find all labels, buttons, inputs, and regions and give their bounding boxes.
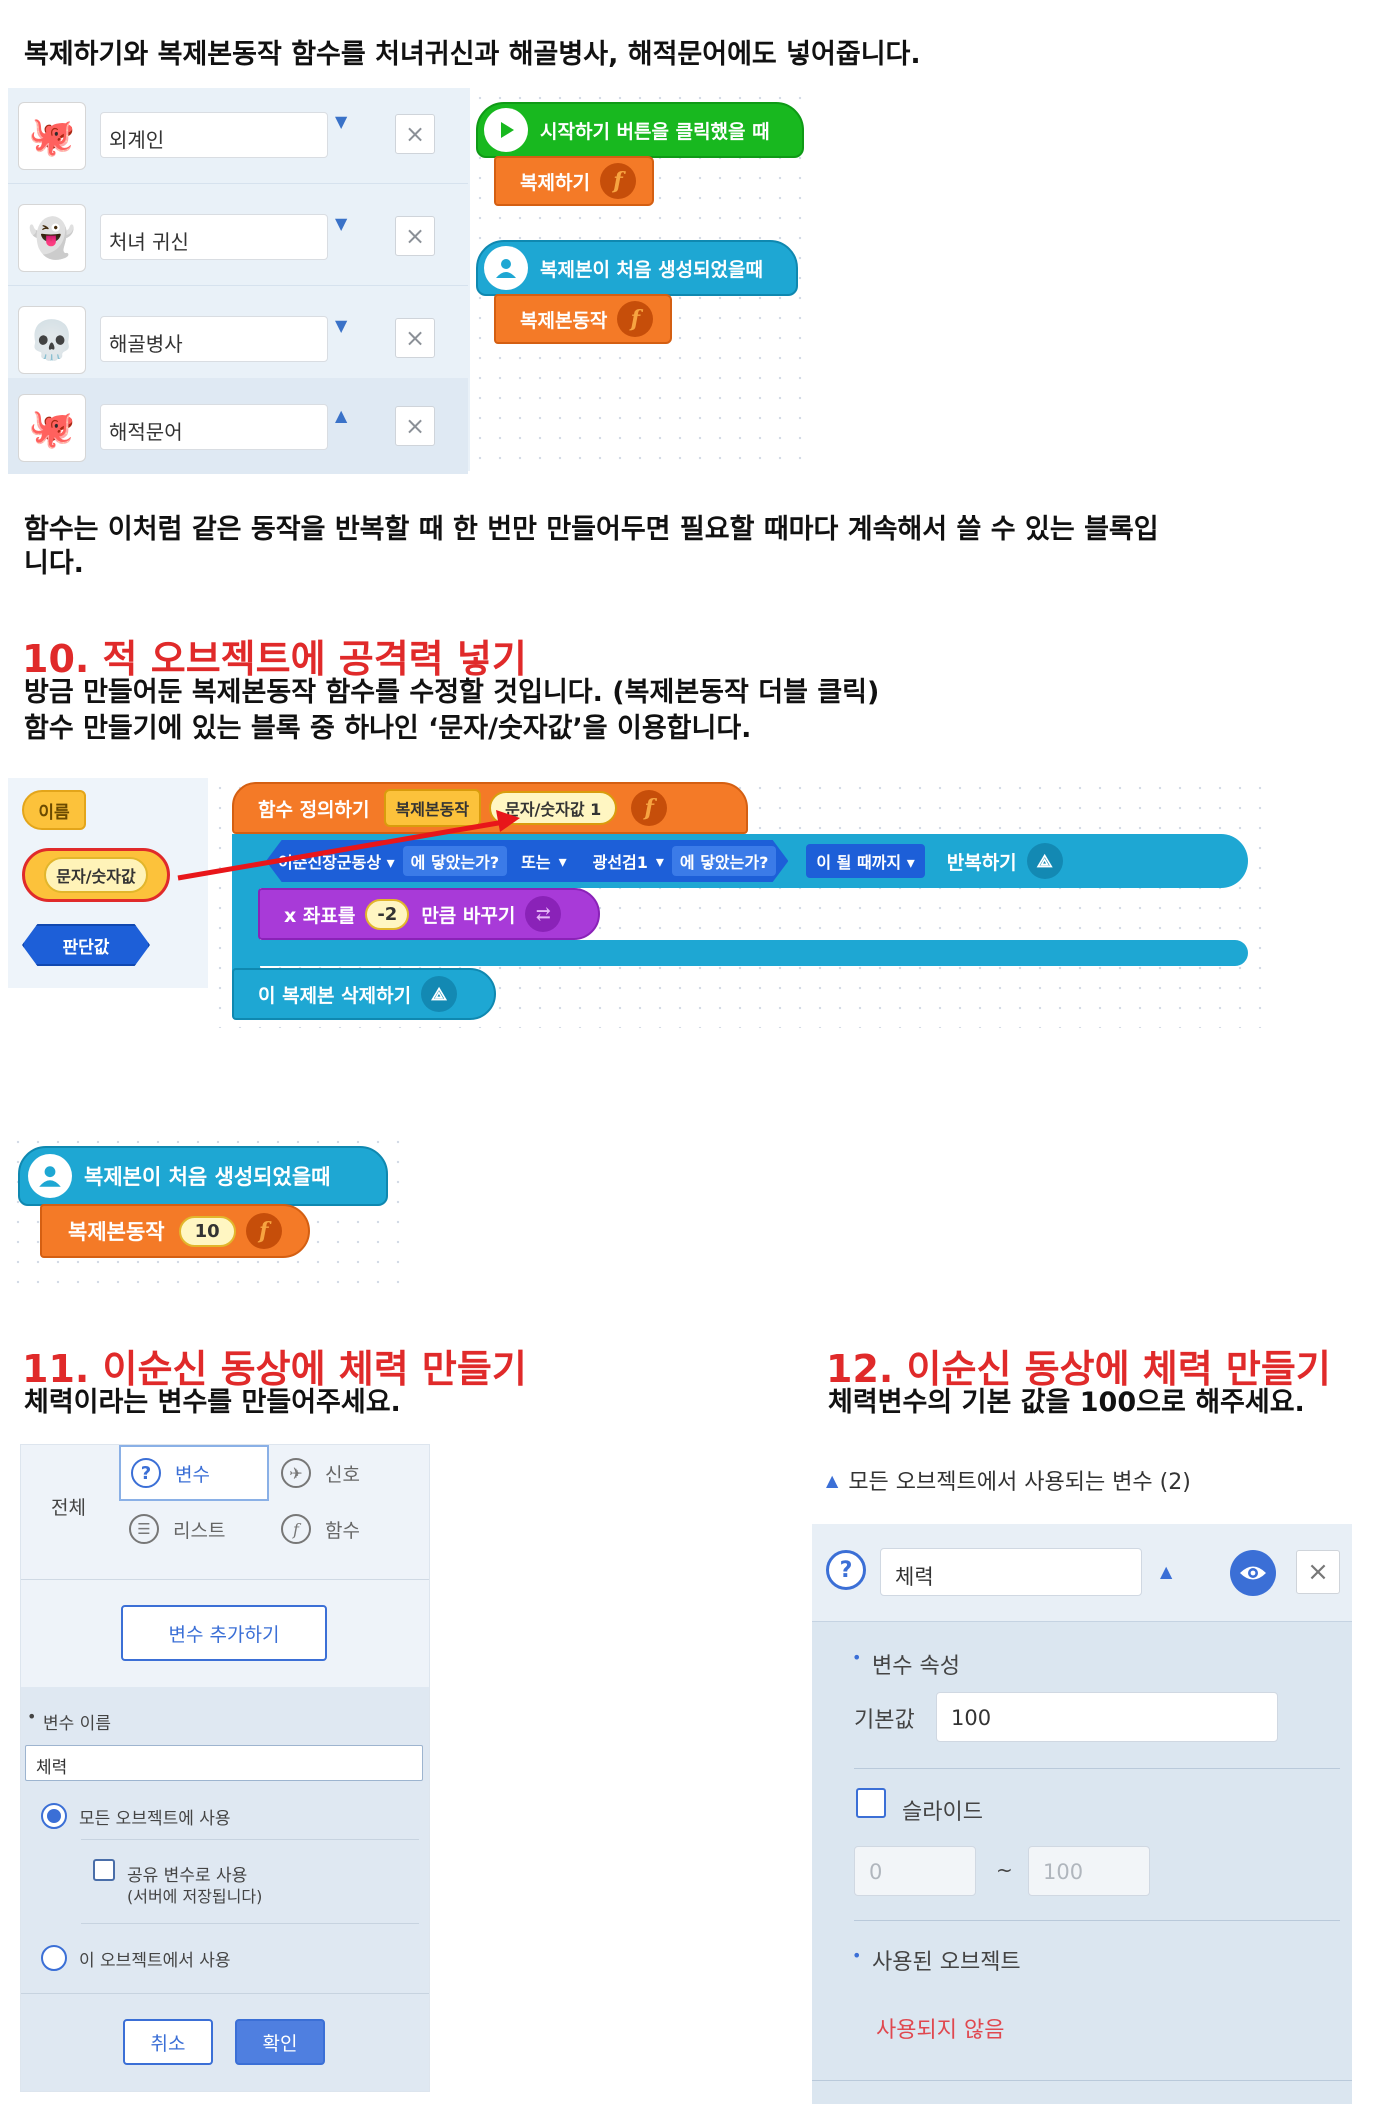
var-name-label: 변수 이름 [43, 1714, 111, 1734]
tab-variable[interactable]: ? 변수 [119, 1445, 269, 1501]
clone-start-hat-block[interactable]: 복제본이 처음 생성되었을때 [18, 1146, 388, 1206]
function-icon: f [245, 1213, 282, 1249]
collapse-arrow-icon[interactable]: ▲ [1160, 1562, 1172, 1581]
tab-variable-label: 변수 [175, 1463, 210, 1486]
clone-action-label: 복제본동작 [68, 1220, 165, 1244]
clone-start-hat-label: 복제본이 처음 생성되었을때 [84, 1165, 331, 1189]
drag-arrow-icon [177, 810, 520, 881]
divider [21, 1993, 429, 1994]
tab-list-label: 리스트 [173, 1519, 226, 1542]
divider [81, 1923, 419, 1924]
list-icon: ☰ [129, 1514, 159, 1544]
tab-all[interactable]: 전체 [51, 1493, 86, 1520]
section11-subtitle: 체력이라는 변수를 만들어주세요. [24, 1387, 401, 1418]
divider [21, 1579, 429, 1580]
signal-icon: ✈ [281, 1458, 311, 1488]
tab-signal-label: 신호 [325, 1463, 360, 1486]
default-value-input[interactable]: 100 [936, 1692, 1278, 1742]
section12-subtitle: 체력변수의 기본 값을 100으로 해주세요. [828, 1387, 1305, 1418]
section12-heading: 12. 이순신 동상에 체력 만들기 [826, 1347, 1331, 1391]
used-objects-bullet: • [852, 1946, 862, 1965]
properties-bullet: • [852, 1648, 862, 1667]
not-used-text: 사용되지 않음 [876, 2018, 1005, 2043]
used-objects-label: 사용된 오브젝트 [872, 1950, 1021, 1975]
variable-name-field[interactable]: 체력 [880, 1548, 1142, 1596]
option-this-object[interactable]: 이 오브젝트에서 사용 [41, 1945, 231, 1971]
option-this-object-label: 이 오브젝트에서 사용 [79, 1950, 231, 1971]
variable-detail-panel: ? 체력 ▲ × • 변수 속성 기본값 100 슬라이드 0 ~ 100 • … [812, 1524, 1352, 2104]
slide-separator: ~ [996, 1858, 1013, 1882]
var-name-input[interactable]: 체력 [25, 1745, 423, 1781]
default-value-label: 기본값 [854, 1708, 915, 1733]
function-icon: f [281, 1514, 311, 1544]
tab-function-label: 함수 [325, 1519, 360, 1542]
var-name-bullet: • [27, 1707, 37, 1726]
tab-list[interactable]: ☰ 리스트 [119, 1501, 269, 1557]
person-icon [28, 1154, 72, 1198]
question-icon: ? [826, 1550, 866, 1590]
divider [81, 1839, 419, 1840]
tab-function[interactable]: f 함수 [271, 1501, 411, 1557]
all-vars-header[interactable]: ▲ 모든 오브젝트에서 사용되는 변수 (2) [826, 1464, 1191, 1496]
radio-unselected[interactable] [41, 1945, 67, 1971]
properties-label: 변수 속성 [872, 1654, 960, 1679]
section11-heading: 11. 이순신 동상에 체력 만들기 [22, 1347, 527, 1391]
delete-variable-button[interactable]: × [1296, 1550, 1340, 1594]
slide-label: 슬라이드 [902, 1800, 983, 1825]
variable-create-panel: 전체 ? 변수 ✈ 신호 ☰ 리스트 f 함수 변수 추가하기 • 변수 이름 … [20, 1444, 430, 2092]
all-vars-header-label: 모든 오브젝트에서 사용되는 변수 (2) [848, 1470, 1191, 1495]
confirm-button[interactable]: 확인 [235, 2019, 325, 2065]
slide-min-input[interactable]: 0 [854, 1846, 976, 1896]
variable-row: ? 체력 ▲ × [812, 1524, 1352, 1622]
option-all-objects-label: 모든 오브젝트에 사용 [79, 1808, 231, 1829]
divider [854, 1920, 1340, 1921]
clone-action-value[interactable]: 10 [178, 1215, 236, 1247]
divider [854, 1768, 1340, 1769]
collapse-arrow-icon: ▲ [826, 1470, 839, 1490]
eye-icon[interactable] [1230, 1550, 1276, 1596]
question-icon: ? [131, 1458, 161, 1488]
radio-selected[interactable] [41, 1803, 67, 1829]
option-shared-note: (서버에 저장됩니다) [127, 1887, 263, 1906]
slide-max-input[interactable]: 100 [1028, 1846, 1150, 1896]
tab-signal[interactable]: ✈ 신호 [271, 1445, 411, 1501]
add-variable-button[interactable]: 변수 추가하기 [121, 1605, 327, 1661]
divider [812, 2080, 1352, 2081]
slide-checkbox[interactable] [856, 1788, 886, 1818]
variable-form: • 변수 이름 체력 모든 오브젝트에 사용 공유 변수로 사용 (서버에 저장… [21, 1687, 429, 2091]
shared-checkbox[interactable] [93, 1859, 115, 1881]
clone-action-call-block[interactable]: 복제본동작 10 f [40, 1204, 310, 1258]
cancel-button[interactable]: 취소 [123, 2019, 213, 2065]
option-all-objects[interactable]: 모든 오브젝트에 사용 [41, 1803, 231, 1829]
